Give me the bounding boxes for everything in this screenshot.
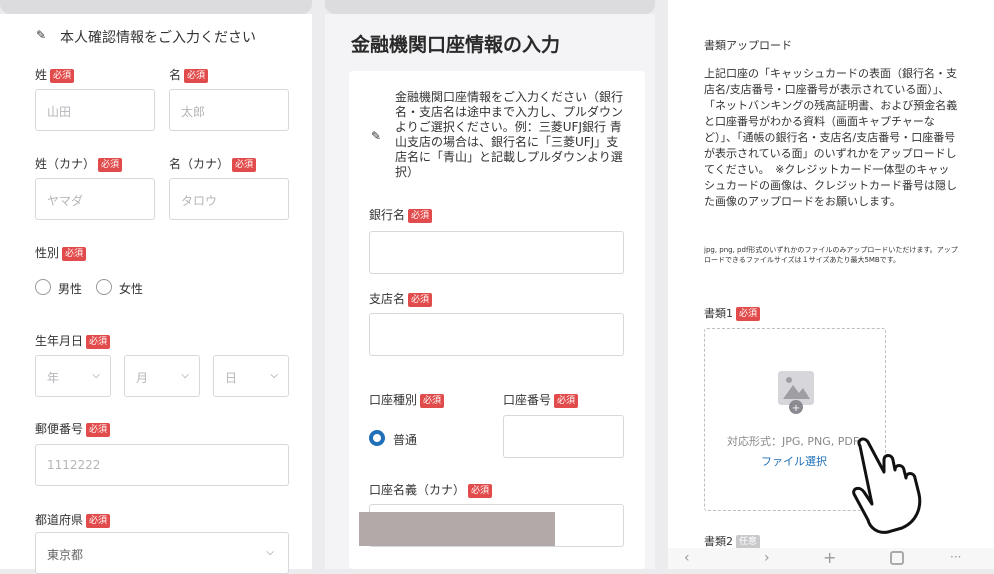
dob-label: 生年月日 必須 xyxy=(35,332,111,349)
hand-pointer-icon xyxy=(852,437,922,534)
last-name-label: 姓必須 xyxy=(35,66,75,83)
redaction-block xyxy=(359,512,555,546)
prefecture-select[interactable]: 東京都 ⌵ xyxy=(35,532,289,574)
pencil-icon: ✎ xyxy=(36,28,47,42)
first-name-label: 名必須 xyxy=(169,66,209,83)
supported-formats: 対応形式：JPG, PNG, PDF xyxy=(727,435,860,448)
plus-icon[interactable]: + xyxy=(823,548,836,567)
gender-label: 性別 必須 xyxy=(35,244,87,261)
required-badge: 必須 xyxy=(62,246,87,261)
dob-year-select[interactable]: 年 ⌵ xyxy=(35,355,111,397)
required-badge: 必須 xyxy=(736,307,761,321)
required-badge: 必須 xyxy=(408,292,433,307)
optional-badge: 任意 xyxy=(736,535,761,549)
branch-name-label: 支店名 必須 xyxy=(369,290,433,307)
required-badge: 必須 xyxy=(86,513,111,528)
required-badge: 必須 xyxy=(98,157,123,172)
chevron-down-icon: ⌵ xyxy=(92,370,100,381)
branch-name-input[interactable] xyxy=(369,313,624,356)
first-kana-label: 名（カナ） 必須 xyxy=(169,155,257,172)
dob-month-select[interactable]: 月 ⌵ xyxy=(124,355,200,397)
doc2-label: 書類2 任意 xyxy=(704,533,761,549)
bank-info-title: 金融機関口座情報の入力 xyxy=(351,34,561,56)
required-badge: 必須 xyxy=(50,68,75,83)
account-type-radio[interactable] xyxy=(369,430,385,446)
bank-name-label: 銀行名 必須 xyxy=(369,206,433,223)
middle-top-strip xyxy=(325,0,655,14)
upload-file-note: jpg, png, pdf形式のいずれかのファイルのみアップロードいただけます。… xyxy=(704,246,958,264)
svg-text:+: + xyxy=(792,403,800,414)
last-name-input[interactable]: 山田 xyxy=(35,89,155,131)
prefecture-label: 都道府県 必須 xyxy=(35,511,111,528)
required-badge: 必須 xyxy=(420,393,445,408)
tabs-icon[interactable] xyxy=(890,551,904,565)
doc1-label: 書類1 必須 xyxy=(704,305,761,321)
select-file-link[interactable]: ファイル選択 xyxy=(761,453,827,469)
bottom-toolbar: ‹ › + ··· xyxy=(668,548,994,569)
gender-female-label: 女性 xyxy=(119,282,144,296)
pencil-icon: ✎ xyxy=(371,129,382,143)
image-upload-icon: + xyxy=(778,371,814,414)
chevron-down-icon: ⌵ xyxy=(266,547,274,558)
first-name-input[interactable]: 太郎 xyxy=(169,89,289,131)
identity-form-panel: ✎ 本人確認情報をご入力ください 姓必須 山田 名必須 太郎 姓（カナ） 必須 ヤ… xyxy=(0,14,312,574)
gender-male-label: 男性 xyxy=(58,282,83,296)
account-number-label: 口座番号 必須 xyxy=(503,391,579,408)
required-badge: 必須 xyxy=(554,393,579,408)
required-badge: 必須 xyxy=(468,483,493,498)
account-holder-label: 口座名義（カナ） 必須 xyxy=(369,481,493,498)
upload-section-title: 書類アップロード xyxy=(704,39,792,52)
postal-label: 郵便番号 必須 xyxy=(35,420,111,437)
first-kana-input[interactable]: タロウ xyxy=(169,178,289,220)
bank-info-notice: 金融機関口座情報をご入力ください（銀行名・支店名は途中まで入力し、プルダウンより… xyxy=(395,90,624,179)
required-badge: 必須 xyxy=(86,334,111,349)
gender-male-radio[interactable] xyxy=(35,279,51,295)
bank-info-card: ✎ 金融機関口座情報をご入力ください（銀行名・支店名は途中まで入力し、プルダウン… xyxy=(349,71,645,569)
left-top-strip xyxy=(0,0,312,14)
upload-panel: 書類アップロード 上記口座の「キャッシュカードの表面（銀行名・支店名/支店番号・… xyxy=(668,0,994,569)
account-type-label: 口座種別 必須 xyxy=(369,391,445,408)
gender-female-radio[interactable] xyxy=(96,279,112,295)
forward-icon[interactable]: › xyxy=(764,550,770,566)
identity-header: 本人確認情報をご入力ください xyxy=(60,30,256,46)
last-kana-input[interactable]: ヤマダ xyxy=(35,178,155,220)
upload-description: 上記口座の「キャッシュカードの表面（銀行名・支店名/支店番号・口座番号が表示され… xyxy=(704,67,958,208)
last-kana-label: 姓（カナ） 必須 xyxy=(35,155,123,172)
postal-input[interactable]: 1112222 xyxy=(35,444,289,486)
account-number-input[interactable] xyxy=(503,415,624,458)
required-badge: 必須 xyxy=(184,68,209,83)
chevron-down-icon: ⌵ xyxy=(181,370,189,381)
dob-day-select[interactable]: 日 ⌵ xyxy=(213,355,289,397)
more-icon[interactable]: ··· xyxy=(950,550,961,564)
required-badge: 必須 xyxy=(408,208,433,223)
chevron-down-icon: ⌵ xyxy=(270,370,278,381)
back-icon[interactable]: ‹ xyxy=(684,550,690,566)
account-type-value: 普通 xyxy=(393,433,418,447)
required-badge: 必須 xyxy=(232,157,257,172)
required-badge: 必須 xyxy=(86,422,111,437)
bank-info-panel: 金融機関口座情報の入力 ✎ 金融機関口座情報をご入力ください（銀行名・支店名は途… xyxy=(325,14,655,569)
bank-name-input[interactable] xyxy=(369,231,624,274)
